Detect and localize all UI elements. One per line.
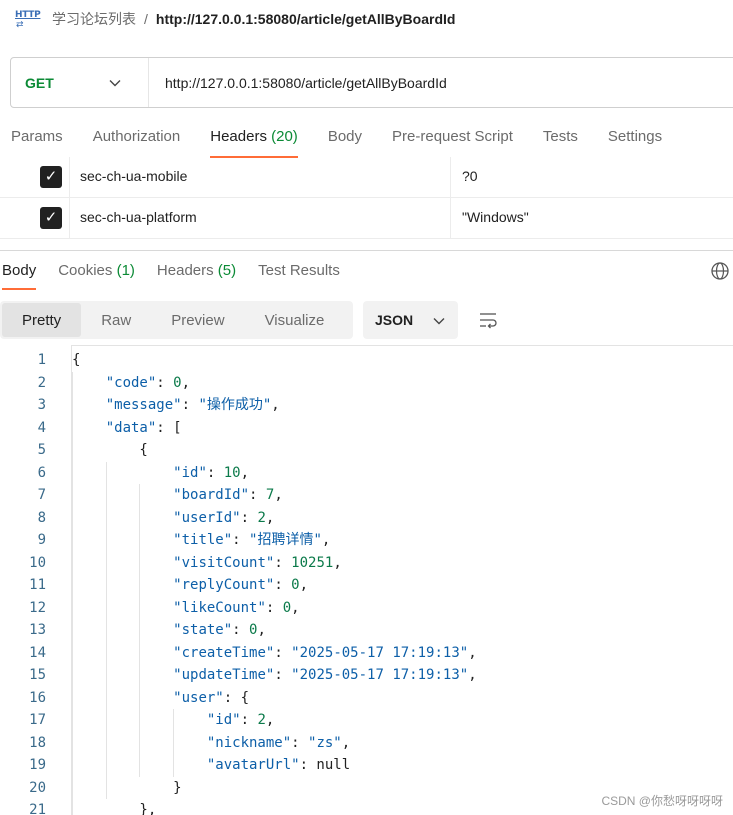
breadcrumb-separator: / <box>144 11 148 27</box>
header-key[interactable]: sec-ch-ua-platform <box>80 209 197 225</box>
line-number: 3 <box>37 397 46 413</box>
table-row: ✓ sec-ch-ua-platform "Windows" <box>0 198 733 239</box>
line-number: 15 <box>29 667 46 683</box>
code-text: { <box>72 442 148 458</box>
headers-count: (20) <box>271 128 298 145</box>
line-number: 17 <box>29 712 46 728</box>
format-visualize[interactable]: Visualize <box>245 303 345 337</box>
format-pretty[interactable]: Pretty <box>2 303 82 337</box>
line-number: 21 <box>29 802 46 815</box>
line-number: 8 <box>37 509 46 526</box>
code-text: "nickname": "zs", <box>206 734 351 751</box>
line-number: 19 <box>29 757 46 773</box>
format-segmented-control: Pretty Raw Preview Visualize <box>0 301 353 339</box>
code-text: } <box>72 779 182 796</box>
method-label: GET <box>25 74 54 91</box>
breadcrumb: HTTP ⇄ 学习论坛列表 / http://127.0.0.1:58080/a… <box>14 6 455 32</box>
globe-icon[interactable] <box>710 261 730 281</box>
header-value[interactable]: ?0 <box>462 168 478 184</box>
tab-test-results[interactable]: Test Results <box>258 262 340 290</box>
headers-table: ✓ sec-ch-ua-mobile ?0 ✓ sec-ch-ua-platfo… <box>0 157 733 239</box>
language-select[interactable]: JSON <box>363 301 458 339</box>
line-number: 6 <box>37 464 46 481</box>
code-text: "title": "招聘详情", <box>173 532 331 548</box>
watermark: CSDN @你愁呀呀呀呀 <box>601 794 723 808</box>
response-tabs: Body Cookies (1) Headers (5) Test Result… <box>2 262 362 290</box>
tab-cookies[interactable]: Cookies (1) <box>58 262 135 290</box>
indent-guide <box>173 709 175 777</box>
code-text: "message": "操作成功", <box>105 397 280 413</box>
line-number: 7 <box>37 487 46 503</box>
checkbox-checked-icon[interactable]: ✓ <box>40 166 62 188</box>
code-text: "boardId": 7, <box>173 487 283 503</box>
line-number: 5 <box>37 442 46 458</box>
checkbox-checked-icon[interactable]: ✓ <box>40 207 62 229</box>
line-number: 4 <box>37 419 46 436</box>
code-text: "userId": 2, <box>173 509 275 526</box>
indent-guide <box>105 461 107 799</box>
line-number: 1 <box>37 352 46 368</box>
method-select[interactable]: GET <box>11 58 149 107</box>
tab-authorization[interactable]: Authorization <box>93 128 181 158</box>
tab-params[interactable]: Params <box>11 128 63 158</box>
code-text: "code": 0, <box>105 374 191 391</box>
table-row: ✓ sec-ch-ua-mobile ?0 <box>0 157 733 198</box>
line-number: 9 <box>37 532 46 548</box>
code-text: "state": 0, <box>173 622 266 638</box>
code-text: "data": [ <box>105 419 182 436</box>
line-number: 2 <box>37 374 46 391</box>
tab-headers[interactable]: Headers (20) <box>210 128 298 158</box>
response-body-viewer[interactable]: 1 {2 "code": 0, 3 "message": "操作成功", 4 "dat… <box>0 345 733 815</box>
code-text: }, <box>72 802 157 815</box>
header-key[interactable]: sec-ch-ua-mobile <box>80 168 187 184</box>
url-input[interactable]: http://127.0.0.1:58080/article/getAllByB… <box>149 75 447 91</box>
line-number: 14 <box>29 644 46 661</box>
format-preview[interactable]: Preview <box>151 303 244 337</box>
tab-response-headers[interactable]: Headers (5) <box>157 262 236 290</box>
tab-pre-request-script[interactable]: Pre-request Script <box>392 128 513 158</box>
line-number: 11 <box>29 577 46 593</box>
code-text: "user": { <box>173 689 250 706</box>
http-icon: HTTP ⇄ <box>15 10 41 29</box>
tab-response-body[interactable]: Body <box>2 262 37 290</box>
chevron-down-icon <box>433 313 445 328</box>
format-raw[interactable]: Raw <box>81 303 151 337</box>
breadcrumb-current[interactable]: http://127.0.0.1:58080/article/getAllByB… <box>156 11 456 27</box>
line-number: 16 <box>29 689 46 706</box>
indent-guide <box>72 371 73 815</box>
chevron-down-icon <box>109 75 121 90</box>
line-number: 18 <box>29 734 46 751</box>
line-number: 10 <box>29 554 46 571</box>
wrap-lines-icon[interactable] <box>478 310 498 330</box>
pane-divider[interactable] <box>0 250 733 251</box>
header-value[interactable]: "Windows" <box>462 209 529 225</box>
line-number: 13 <box>29 622 46 638</box>
code-text: "avatarUrl": null <box>206 757 351 773</box>
tab-tests[interactable]: Tests <box>543 128 578 158</box>
tab-body[interactable]: Body <box>328 128 362 158</box>
request-bar: GET http://127.0.0.1:58080/article/getAl… <box>10 57 733 108</box>
code-text: "id": 10, <box>173 464 250 481</box>
indent-guide <box>139 484 141 777</box>
code-text: "replyCount": 0, <box>173 577 309 593</box>
line-number: 12 <box>29 599 46 616</box>
code-text: "visitCount": 10251, <box>173 554 342 571</box>
breadcrumb-parent[interactable]: 学习论坛列表 <box>52 9 136 29</box>
tab-settings[interactable]: Settings <box>608 128 662 158</box>
code-text: { <box>72 352 81 368</box>
request-tabs: Params Authorization Headers (20) Body P… <box>11 128 692 158</box>
line-number: 20 <box>29 779 46 796</box>
code-text: "createTime": "2025-05-17 17:19:13", <box>173 644 477 661</box>
code-text: "updateTime": "2025-05-17 17:19:13", <box>173 667 477 683</box>
